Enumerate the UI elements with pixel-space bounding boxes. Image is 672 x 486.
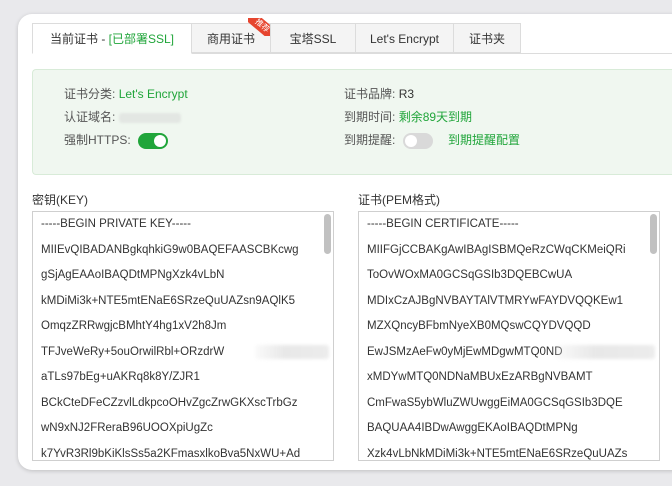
cert-line: MIIFGjCCBAKgAwIBAgISBMQeRzCWqCKMeiQRi (367, 243, 626, 256)
tab-bt-ssl-label: 宝塔SSL (289, 32, 337, 46)
redaction-blur (255, 345, 329, 359)
expiry-reminder-config-link[interactable]: 到期提醒配置 (448, 133, 520, 147)
tab-bt-ssl[interactable]: 宝塔SSL (270, 23, 356, 53)
force-https-toggle[interactable] (138, 132, 169, 149)
tab-cert-folder[interactable]: 证书夹 (453, 23, 521, 53)
tab-current-cert[interactable]: 当前证书 - [已部署SSL] (32, 23, 192, 54)
force-https-label: 强制HTTPS: (64, 133, 131, 147)
key-line: kMDiMi3k+NTE5mtENaE6SRzeQuUAZsn9AQlK5 (41, 294, 296, 307)
cert-line: xMDYwMTQ0NDNaMBUxEzARBgNVBAMT (367, 371, 593, 383)
expiry-reminder-row: 到期提醒: 到期提醒配置 (344, 130, 520, 150)
force-https-row: 强制HTTPS: (64, 130, 169, 150)
key-line: aTLs97bEg+uAKRq8k8Y/ZJR1 (41, 371, 200, 383)
key-line: wN9xNJ2FReraB96UOOXpiUgZc (41, 422, 213, 434)
cert-info-panel: 证书分类: Let's Encrypt 认证域名: 强制HTTPS: 证书品牌:… (32, 69, 672, 175)
expiry-reminder-toggle[interactable] (402, 132, 433, 149)
redaction-blur (555, 345, 655, 359)
cert-brand-value: R3 (398, 87, 415, 101)
key-line: -----BEGIN PRIVATE KEY----- (41, 218, 191, 230)
certificate-scrollbar[interactable] (650, 214, 657, 254)
private-key-textarea[interactable]: -----BEGIN PRIVATE KEY----- MIIEvQIBADAN… (32, 211, 334, 461)
cert-line: ToOvWOxMA0GCSqGSIb3DQEBCwUA (367, 269, 573, 281)
cert-line: BAQUAA4IBDwAwggEKAoIBAQDtMPNg (367, 422, 578, 434)
key-line: BCkCteDFeCZzvlLdkpcoOHvZgcZrwGKXscTrbGz (41, 396, 298, 409)
cert-category-value: Let's Encrypt (118, 87, 188, 101)
cert-brand-row: 证书品牌: R3 (344, 84, 414, 104)
cert-category-row: 证书分类: Let's Encrypt (64, 84, 188, 104)
private-key-title: 密钥(KEY) (32, 193, 89, 207)
expiry-value: 剩余89天到期 (398, 110, 473, 124)
tab-lets-encrypt[interactable]: Let's Encrypt (355, 23, 454, 53)
cert-domain-row: 认证域名: (64, 107, 181, 127)
cert-domain-label: 认证域名: (64, 110, 116, 124)
cert-line: -----BEGIN CERTIFICATE----- (367, 218, 519, 230)
cert-line: Xzk4vLbNkMDiMi3k+NTE5mtENaE6SRzeQuUAZs (367, 447, 628, 460)
cert-category-label: 证书分类: (64, 87, 116, 101)
key-line: MIIEvQIBADANBgkqhkiG9w0BAQEFAASCBKcwg (41, 243, 299, 256)
tab-lets-encrypt-label: Let's Encrypt (370, 32, 439, 46)
cert-line: MDIxCzAJBgNVBAYTAlVTMRYwFAYDVQQKEw1 (367, 294, 624, 307)
tab-bar: 当前证书 - [已部署SSL] 商用证书 推荐 宝塔SSL Let's Encr… (32, 18, 672, 54)
key-line: OmqzZRRwgjcBMhtY4hg1xV2h8Jm (41, 320, 227, 332)
expiry-row: 到期时间: 剩余89天到期 (344, 107, 472, 127)
tab-cert-folder-label: 证书夹 (468, 32, 505, 46)
tab-commercial-cert[interactable]: 商用证书 推荐 (191, 18, 274, 53)
certificate-textarea[interactable]: -----BEGIN CERTIFICATE----- MIIFGjCCBAKg… (358, 211, 660, 461)
cert-brand-label: 证书品牌: (344, 87, 396, 101)
ssl-panel: 当前证书 - [已部署SSL] 商用证书 推荐 宝塔SSL Let's Encr… (18, 14, 672, 470)
key-line: k7YvR3Rl9bKiKlsSs5a2KFmasxlkoBva5NxWU+Ad (41, 447, 301, 460)
private-key-scrollbar[interactable] (324, 214, 331, 254)
expiry-reminder-label: 到期提醒: (344, 133, 396, 147)
key-line: gSjAgEAAoIBAQDtMPNgXzk4vLbN (41, 269, 225, 281)
deployed-badge-text: [已部署SSL] (108, 32, 175, 46)
expiry-label: 到期时间: (344, 110, 396, 124)
cert-line: CmFwaS5ybWluZWUwggEiMA0GCSqGSIb3DQE (367, 396, 623, 409)
cert-domain-value-redacted (118, 112, 181, 123)
certificate-title: 证书(PEM格式) (358, 193, 440, 207)
tab-current-cert-label: 当前证书 - (49, 32, 109, 46)
cert-line: MZXQncyBFbmNyeXB0MQswCQYDVQQD (367, 320, 591, 332)
